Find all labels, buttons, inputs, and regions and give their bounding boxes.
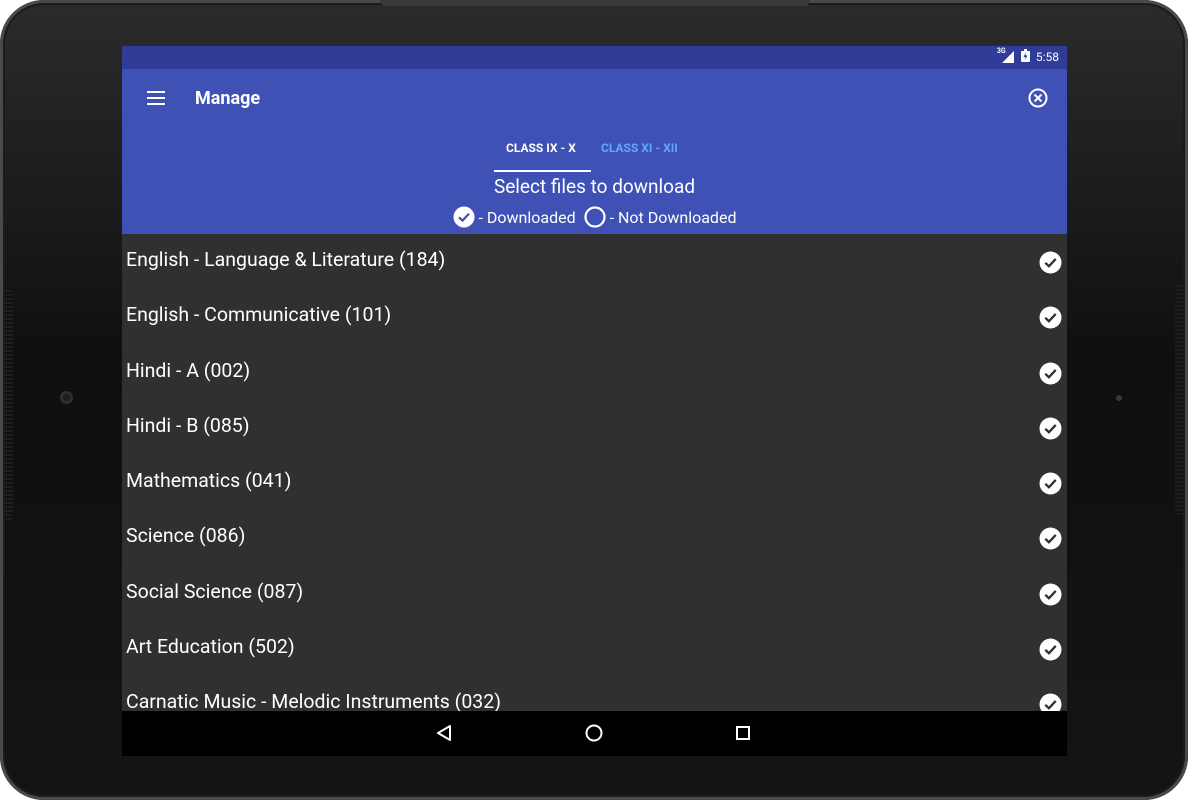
battery-icon <box>1020 49 1030 65</box>
subject-label: Carnatic Music - Melodic Instruments (03… <box>126 690 502 711</box>
front-camera <box>60 391 73 404</box>
tab-class-ix-x[interactable]: CLASS IX - X <box>506 141 576 155</box>
status-icons: 3G 5:58 <box>996 47 1059 65</box>
tablet-top-edge <box>380 0 810 6</box>
subject-label: Hindi - B (085) <box>126 413 250 437</box>
legend-downloaded-text: - Downloaded <box>474 207 576 227</box>
subject-row[interactable]: Hindi - B (085) <box>122 400 1067 455</box>
subject-list: English - Language & Literature (184) En… <box>122 234 1067 711</box>
recents-square-icon[interactable] <box>733 723 753 743</box>
downloaded-check-icon[interactable] <box>1039 638 1062 661</box>
tab-header: CLASS IX - X CLASS XI - XII Select files… <box>122 127 1067 234</box>
downloaded-check-icon[interactable] <box>1039 417 1062 440</box>
subject-row[interactable]: Art Education (502) <box>122 621 1067 676</box>
subject-row[interactable]: Hindi - A (002) <box>122 345 1067 400</box>
tab-class-xi-xii[interactable]: CLASS XI - XII <box>601 141 678 155</box>
subject-label: English - Communicative (101) <box>126 303 392 327</box>
downloaded-check-icon[interactable] <box>1039 472 1062 495</box>
light-sensor <box>1116 395 1122 401</box>
tab-indicator <box>494 170 591 172</box>
legend-downloaded: - Downloaded <box>453 206 576 228</box>
subject-label: Social Science (087) <box>126 579 304 603</box>
downloaded-check-icon[interactable] <box>1039 306 1062 329</box>
navigation-bar <box>122 711 1067 756</box>
download-legend: - Downloaded - Not Downloaded <box>122 206 1067 228</box>
back-triangle-icon[interactable] <box>435 723 455 743</box>
right-speaker-grille <box>1175 285 1183 515</box>
subject-label: Hindi - A (002) <box>126 358 251 382</box>
page-title: Manage <box>195 88 261 109</box>
empty-circle-icon <box>584 206 606 228</box>
check-circle-icon <box>453 206 475 228</box>
subject-row[interactable]: Science (086) <box>122 510 1067 565</box>
status-bar: 3G 5:58 <box>122 46 1067 69</box>
subject-row[interactable]: English - Communicative (101) <box>122 289 1067 344</box>
left-speaker-grille <box>5 290 13 520</box>
subject-label: Mathematics (041) <box>126 469 292 493</box>
network-type: 3G <box>996 47 1006 55</box>
downloaded-check-icon[interactable] <box>1039 527 1062 550</box>
close-circle-icon[interactable] <box>1027 87 1049 109</box>
subject-row[interactable]: Social Science (087) <box>122 566 1067 621</box>
subject-label: Science (086) <box>126 524 246 548</box>
app-bar: Manage <box>122 69 1067 127</box>
hamburger-menu-icon[interactable] <box>144 86 168 110</box>
download-heading: Select files to download <box>493 175 696 198</box>
legend-not-downloaded: - Not Downloaded <box>584 206 737 228</box>
home-circle-icon[interactable] <box>584 723 604 743</box>
cell-signal-icon: 3G <box>996 47 1015 64</box>
downloaded-check-icon[interactable] <box>1039 693 1062 711</box>
subject-label: Art Education (502) <box>126 635 295 659</box>
downloaded-check-icon[interactable] <box>1039 583 1062 606</box>
downloaded-check-icon[interactable] <box>1039 362 1062 385</box>
subject-label: English - Language & Literature (184) <box>126 248 446 271</box>
legend-not-downloaded-text: - Not Downloaded <box>605 207 737 227</box>
subject-row[interactable]: Mathematics (041) <box>122 455 1067 510</box>
status-time: 5:58 <box>1035 50 1059 64</box>
subject-row[interactable]: Carnatic Music - Melodic Instruments (03… <box>122 676 1067 711</box>
subject-row[interactable]: English - Language & Literature (184) <box>122 234 1067 289</box>
downloaded-check-icon[interactable] <box>1039 251 1062 274</box>
device-screen: 3G 5:58 Manage CLASS IX - X CLASS XI - X… <box>122 46 1067 756</box>
